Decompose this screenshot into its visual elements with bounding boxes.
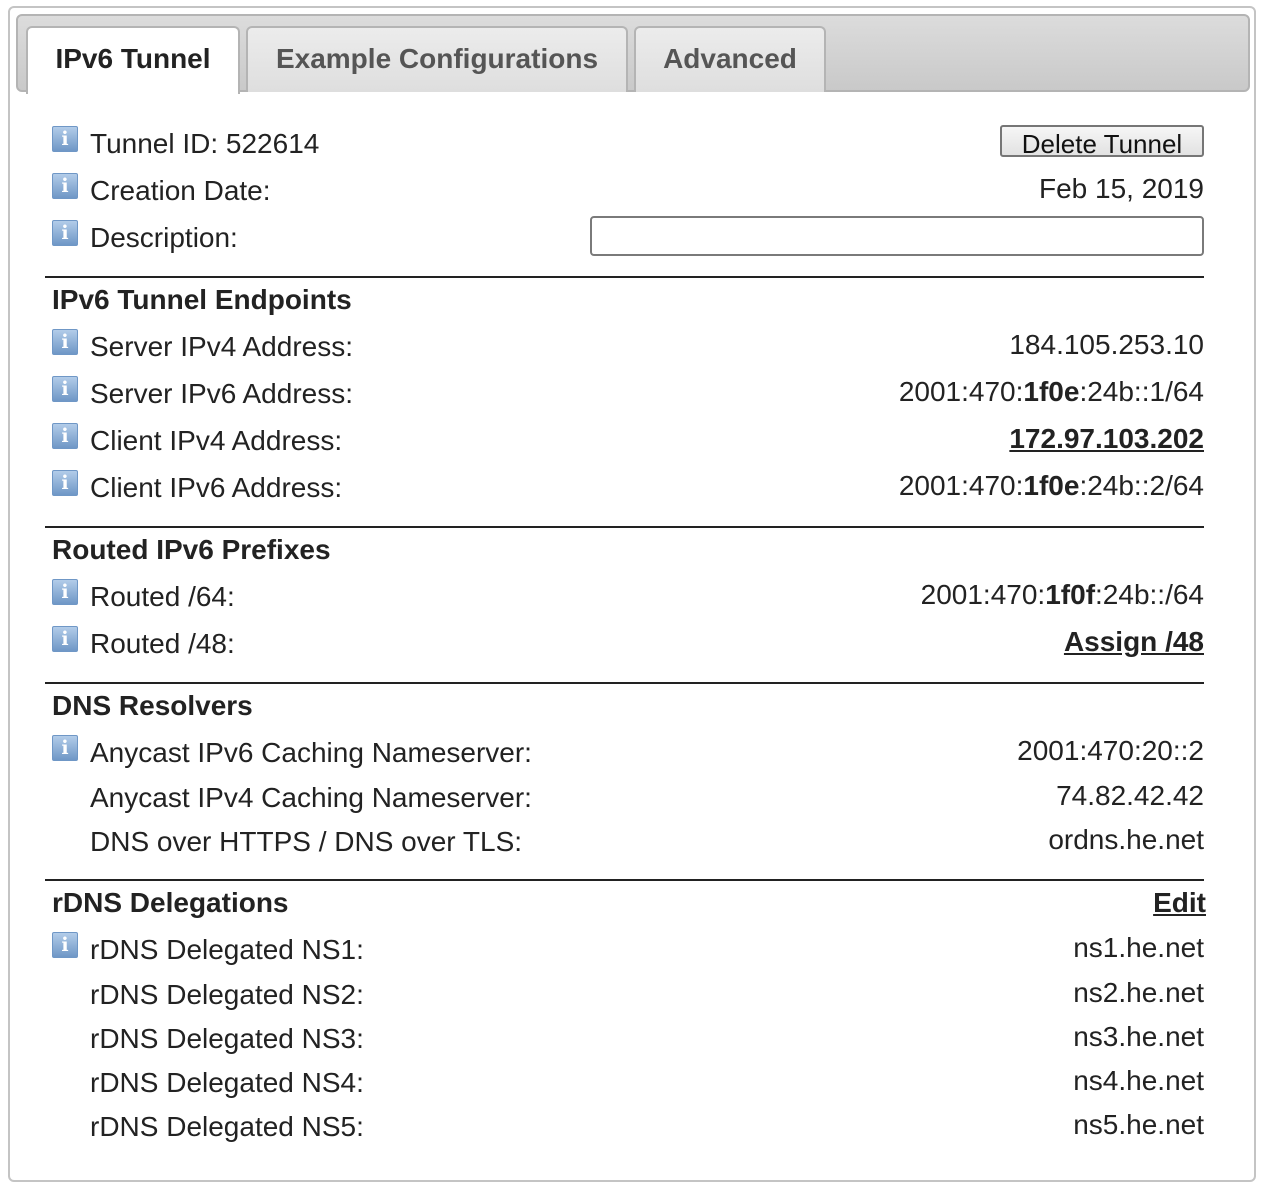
- info-icon[interactable]: i: [52, 126, 78, 152]
- dns-doh-row: DNS over HTTPS / DNS over TLS: ordns.he.…: [52, 824, 1204, 864]
- server-ipv6-label: Server IPv6 Address:: [90, 378, 354, 409]
- assign-48-link[interactable]: Assign /48: [1064, 626, 1204, 658]
- server-ipv6-value: 2001:470:1f0e:24b::1/64: [898, 376, 1204, 407]
- routed-64-label: Routed /64:: [90, 581, 235, 612]
- info-icon[interactable]: i: [52, 329, 78, 355]
- rdns-ns2-row: rDNS Delegated NS2: ns2.he.net: [52, 977, 1204, 1017]
- client-ipv6-value: 2001:470:1f0e:24b::2/64: [898, 470, 1204, 501]
- dns-doh-label: DNS over HTTPS / DNS over TLS:: [90, 826, 523, 857]
- rdns-ns4-value: ns4.he.net: [1073, 1065, 1204, 1096]
- rdns-ns5-row: rDNS Delegated NS5: ns5.he.net: [52, 1109, 1204, 1149]
- rdns-ns5-label: rDNS Delegated NS5:: [90, 1111, 364, 1142]
- dns-ipv4-value: 74.82.42.42: [1056, 780, 1204, 811]
- info-icon[interactable]: i: [52, 932, 78, 958]
- rdns-ns3-value: ns3.he.net: [1073, 1021, 1204, 1052]
- rdns-ns1-label: rDNS Delegated NS1:: [90, 934, 364, 965]
- section-title-dns: DNS Resolvers: [52, 690, 253, 721]
- dns-ipv6-value: 2001:470:20::2: [1017, 735, 1204, 766]
- client-ipv6-label: Client IPv6 Address:: [90, 472, 343, 503]
- tab-advanced[interactable]: Advanced: [634, 26, 826, 92]
- dns-doh-value: ordns.he.net: [1048, 824, 1204, 855]
- client-ipv4-row: i Client IPv4 Address: 172.97.103.202: [52, 423, 1204, 463]
- server-ipv4-label: Server IPv4 Address:: [90, 331, 354, 362]
- rdns-ns2-value: ns2.he.net: [1073, 977, 1204, 1008]
- info-icon[interactable]: i: [52, 470, 78, 496]
- creation-date-row: i Creation Date: Feb 15, 2019: [52, 173, 1204, 213]
- rdns-ns5-value: ns5.he.net: [1073, 1109, 1204, 1140]
- info-icon[interactable]: i: [52, 626, 78, 652]
- rdns-ns1-value: ns1.he.net: [1073, 932, 1204, 963]
- divider: [45, 879, 1204, 881]
- rdns-ns3-label: rDNS Delegated NS3:: [90, 1023, 364, 1054]
- description-row: i Description:: [52, 216, 1204, 260]
- dns-ipv4-label: Anycast IPv4 Caching Nameserver:: [90, 782, 532, 813]
- description-label: Description:: [90, 222, 238, 253]
- info-icon[interactable]: i: [52, 579, 78, 605]
- client-ipv4-link[interactable]: 172.97.103.202: [1009, 423, 1204, 455]
- rdns-ns3-row: rDNS Delegated NS3: ns3.he.net: [52, 1021, 1204, 1061]
- info-icon[interactable]: i: [52, 735, 78, 761]
- section-title-rdns: rDNS Delegations: [52, 887, 289, 918]
- server-ipv4-value: 184.105.253.10: [1009, 329, 1204, 360]
- dns-ipv6-label: Anycast IPv6 Caching Nameserver:: [90, 737, 532, 768]
- info-icon[interactable]: i: [52, 173, 78, 199]
- tab-bar: IPv6 Tunnel Example Configurations Advan…: [16, 14, 1250, 94]
- rdns-ns4-label: rDNS Delegated NS4:: [90, 1067, 364, 1098]
- info-icon[interactable]: i: [52, 220, 78, 246]
- rdns-ns1-row: i rDNS Delegated NS1: ns1.he.net: [52, 932, 1204, 972]
- info-icon[interactable]: i: [52, 376, 78, 402]
- tunnel-id-label: Tunnel ID: 522614: [90, 128, 320, 159]
- routed-64-value: 2001:470:1f0f:24b::/64: [920, 579, 1204, 610]
- section-title-routed: Routed IPv6 Prefixes: [52, 534, 331, 565]
- divider: [45, 526, 1204, 528]
- client-ipv4-label: Client IPv4 Address:: [90, 425, 343, 456]
- routed-48-label: Routed /48:: [90, 628, 235, 659]
- server-ipv4-row: i Server IPv4 Address: 184.105.253.10: [52, 329, 1204, 369]
- dns-ipv4-row: Anycast IPv4 Caching Nameserver: 74.82.4…: [52, 780, 1204, 820]
- tunnel-id-row: i Tunnel ID: 522614 Delete Tunnel: [52, 125, 1204, 166]
- description-input[interactable]: [590, 216, 1204, 256]
- creation-date-value: Feb 15, 2019: [1038, 173, 1204, 204]
- routed-64-row: i Routed /64: 2001:470:1f0f:24b::/64: [52, 579, 1204, 619]
- tab-example-configurations[interactable]: Example Configurations: [246, 26, 628, 92]
- tab-ipv6-tunnel[interactable]: IPv6 Tunnel: [26, 26, 240, 94]
- rdns-ns2-label: rDNS Delegated NS2:: [90, 979, 364, 1010]
- divider: [45, 682, 1204, 684]
- divider: [45, 276, 1204, 278]
- client-ipv6-row: i Client IPv6 Address: 2001:470:1f0e:24b…: [52, 470, 1204, 510]
- creation-date-label: Creation Date:: [90, 175, 271, 206]
- dns-ipv6-row: i Anycast IPv6 Caching Nameserver: 2001:…: [52, 735, 1204, 775]
- info-icon[interactable]: i: [52, 423, 78, 449]
- delete-tunnel-button[interactable]: Delete Tunnel: [1000, 125, 1204, 157]
- routed-48-row: i Routed /48: Assign /48: [52, 626, 1204, 666]
- section-title-endpoints: IPv6 Tunnel Endpoints: [52, 284, 352, 315]
- rdns-ns4-row: rDNS Delegated NS4: ns4.he.net: [52, 1065, 1204, 1105]
- server-ipv6-row: i Server IPv6 Address: 2001:470:1f0e:24b…: [52, 376, 1204, 416]
- rdns-edit-link[interactable]: Edit: [1153, 887, 1206, 919]
